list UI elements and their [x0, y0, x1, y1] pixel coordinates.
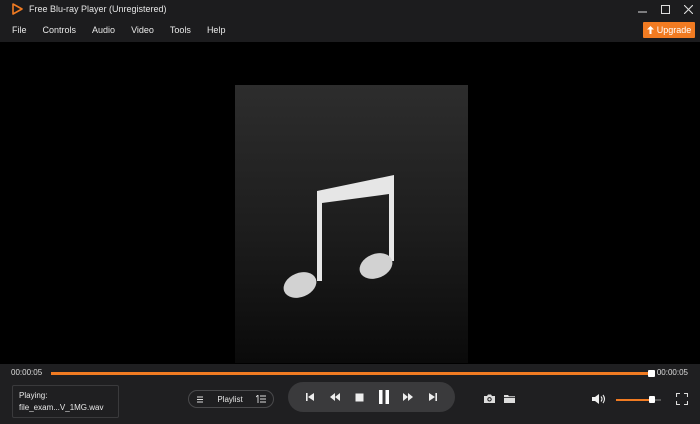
progress-slider[interactable] — [51, 370, 655, 377]
album-artwork — [235, 85, 468, 363]
upgrade-arrow-icon — [646, 26, 654, 34]
menu-help[interactable]: Help — [207, 25, 226, 35]
speaker-icon — [592, 394, 606, 404]
pause-icon — [378, 390, 389, 404]
now-playing-label: Playing: — [19, 391, 48, 400]
stop-button[interactable] — [349, 387, 369, 407]
menu-tools[interactable]: Tools — [170, 25, 191, 35]
skip-next-icon — [428, 393, 437, 401]
fullscreen-icon — [676, 393, 688, 405]
rewind-icon — [329, 393, 340, 401]
fast-forward-icon — [403, 393, 414, 401]
next-button[interactable] — [423, 387, 443, 407]
menu-controls[interactable]: Controls — [43, 25, 77, 35]
close-button[interactable] — [677, 0, 700, 18]
maximize-button[interactable] — [654, 0, 677, 18]
pause-button[interactable] — [374, 387, 394, 407]
open-folder-button[interactable] — [502, 392, 516, 404]
menu-audio[interactable]: Audio — [92, 25, 115, 35]
minimize-button[interactable] — [631, 0, 654, 18]
menu-video[interactable]: Video — [131, 25, 154, 35]
play-triangle-logo-icon — [9, 1, 25, 17]
progress-fill — [51, 372, 652, 375]
upgrade-button[interactable]: Upgrade — [643, 22, 695, 38]
volume-button[interactable] — [591, 393, 607, 405]
volume-fill — [616, 399, 652, 401]
menu-bar: File Controls Audio Video Tools Help Upg… — [0, 18, 700, 42]
list-icon — [197, 396, 203, 402]
playlist-label: Playlist — [217, 394, 243, 404]
title-bar: Free Blu-ray Player (Unregistered) — [0, 0, 700, 18]
now-playing-box: Playing: file_exam...V_1MG.wav — [12, 385, 119, 418]
fast-forward-button[interactable] — [398, 387, 418, 407]
playlist-mode-icon[interactable] — [256, 395, 266, 403]
now-playing-filename: file_exam...V_1MG.wav — [19, 403, 104, 412]
current-time: 00:00:05 — [11, 368, 43, 377]
volume-slider[interactable] — [616, 396, 661, 403]
music-note-icon — [283, 175, 394, 298]
snapshot-button[interactable] — [482, 392, 496, 404]
folder-icon — [503, 394, 515, 403]
skip-previous-icon — [306, 393, 315, 401]
rewind-button[interactable] — [325, 387, 345, 407]
stop-icon — [355, 393, 364, 401]
progress-handle[interactable] — [648, 370, 655, 377]
video-display[interactable] — [0, 42, 700, 364]
fullscreen-button[interactable] — [676, 393, 688, 405]
window-controls — [631, 0, 700, 18]
camera-icon — [483, 394, 495, 403]
control-bar: 00:00:05 00:00:05 Playing: file_exam...V… — [0, 364, 700, 424]
upgrade-label: Upgrade — [656, 25, 692, 35]
window-title: Free Blu-ray Player (Unregistered) — [29, 4, 167, 14]
menu-file[interactable]: File — [12, 25, 27, 35]
playlist-button[interactable]: Playlist — [188, 390, 274, 408]
total-time: 00:00:05 — [656, 368, 688, 377]
volume-handle[interactable] — [649, 396, 655, 403]
previous-button[interactable] — [300, 387, 320, 407]
transport-controls — [288, 382, 455, 412]
